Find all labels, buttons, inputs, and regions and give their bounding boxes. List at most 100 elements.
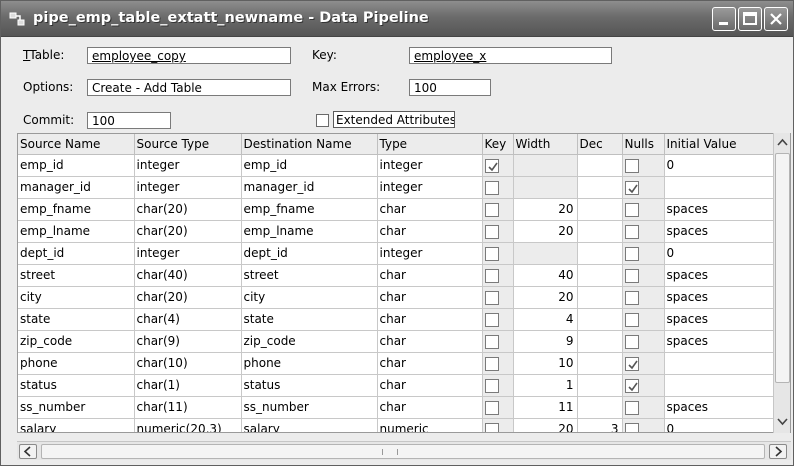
- cell-destination-name[interactable]: emp_fname: [241, 198, 378, 221]
- cell-destination-name[interactable]: ss_number: [241, 396, 378, 419]
- close-button[interactable]: [764, 7, 788, 31]
- key-checkbox[interactable]: [484, 334, 499, 349]
- cell-destination-name[interactable]: emp_lname: [241, 220, 378, 243]
- scroll-left-button[interactable]: [19, 444, 37, 459]
- cell-initial-value[interactable]: spaces: [664, 286, 774, 309]
- cell-source-type[interactable]: char(40): [134, 264, 242, 287]
- cell-key[interactable]: [482, 396, 514, 419]
- cell-dec[interactable]: 3: [577, 418, 623, 432]
- cell-key[interactable]: [482, 374, 514, 397]
- maximize-button[interactable]: [738, 7, 762, 31]
- cell-type[interactable]: char: [377, 286, 483, 309]
- cell-nulls[interactable]: [622, 264, 665, 287]
- key-checkbox[interactable]: [484, 378, 499, 393]
- cell-initial-value[interactable]: spaces: [664, 396, 774, 419]
- cell-width[interactable]: 20: [513, 198, 578, 221]
- cell-nulls[interactable]: [622, 352, 665, 375]
- cell-initial-value[interactable]: spaces: [664, 308, 774, 331]
- cell-type[interactable]: char: [377, 220, 483, 243]
- cell-type[interactable]: integer: [377, 242, 483, 265]
- key-checkbox[interactable]: [484, 422, 499, 432]
- table-row[interactable]: emp_id integer emp_id integer 0: [18, 154, 774, 177]
- cell-initial-value[interactable]: spaces: [664, 330, 774, 353]
- col-header-destination-name[interactable]: Destination Name: [241, 134, 378, 155]
- cell-source-name[interactable]: manager_id: [18, 176, 135, 199]
- cell-type[interactable]: char: [377, 308, 483, 331]
- cell-type[interactable]: char: [377, 352, 483, 375]
- col-header-width[interactable]: Width: [513, 134, 578, 155]
- cell-destination-name[interactable]: salary: [241, 418, 378, 432]
- cell-width[interactable]: 4: [513, 308, 578, 331]
- cell-nulls[interactable]: [622, 418, 665, 432]
- cell-initial-value[interactable]: [664, 374, 774, 397]
- cell-initial-value[interactable]: 0: [664, 418, 774, 432]
- key-checkbox[interactable]: [484, 246, 499, 261]
- nulls-checkbox[interactable]: [624, 246, 639, 261]
- table-row[interactable]: zip_code char(9) zip_code char 9 spaces: [18, 330, 774, 353]
- cell-source-type[interactable]: integer: [134, 242, 242, 265]
- scroll-up-icon[interactable]: [775, 135, 790, 151]
- cell-destination-name[interactable]: phone: [241, 352, 378, 375]
- max-errors-field[interactable]: 100: [409, 79, 491, 96]
- cell-destination-name[interactable]: dept_id: [241, 242, 378, 265]
- cell-dec[interactable]: [577, 308, 623, 331]
- cell-source-name[interactable]: emp_fname: [18, 198, 135, 221]
- table-row[interactable]: emp_lname char(20) emp_lname char 20 spaces: [18, 220, 774, 243]
- nulls-checkbox[interactable]: [624, 290, 639, 305]
- cell-destination-name[interactable]: manager_id: [241, 176, 378, 199]
- nulls-checkbox[interactable]: [624, 224, 639, 239]
- cell-nulls[interactable]: [622, 176, 665, 199]
- cell-source-type[interactable]: char(9): [134, 330, 242, 353]
- cell-type[interactable]: integer: [377, 154, 483, 177]
- cell-nulls[interactable]: [622, 308, 665, 331]
- key-checkbox[interactable]: [484, 400, 499, 415]
- cell-key[interactable]: [482, 264, 514, 287]
- col-header-type[interactable]: Type: [377, 134, 483, 155]
- col-header-dec[interactable]: Dec: [577, 134, 623, 155]
- nulls-checkbox[interactable]: [624, 312, 639, 327]
- cell-type[interactable]: char: [377, 374, 483, 397]
- cell-initial-value[interactable]: 0: [664, 154, 774, 177]
- cell-type[interactable]: char: [377, 396, 483, 419]
- cell-source-type[interactable]: char(20): [134, 286, 242, 309]
- cell-source-name[interactable]: emp_lname: [18, 220, 135, 243]
- table-row[interactable]: salary numeric(20,3) salary numeric 20 3 0: [18, 418, 774, 432]
- cell-initial-value[interactable]: spaces: [664, 198, 774, 221]
- cell-dec[interactable]: [577, 330, 623, 353]
- cell-destination-name[interactable]: state: [241, 308, 378, 331]
- horizontal-scroll-thumb[interactable]: [41, 444, 765, 459]
- key-checkbox[interactable]: [484, 158, 499, 173]
- table-row[interactable]: dept_id integer dept_id integer 0: [18, 242, 774, 265]
- cell-source-name[interactable]: city: [18, 286, 135, 309]
- cell-dec[interactable]: [577, 176, 623, 199]
- scroll-right-button[interactable]: [769, 444, 787, 459]
- cell-source-name[interactable]: ss_number: [18, 396, 135, 419]
- table-field[interactable]: employee_copy: [87, 47, 291, 64]
- cell-width[interactable]: [513, 154, 578, 177]
- cell-key[interactable]: [482, 308, 514, 331]
- cell-destination-name[interactable]: status: [241, 374, 378, 397]
- cell-nulls[interactable]: [622, 154, 665, 177]
- cell-source-name[interactable]: status: [18, 374, 135, 397]
- horizontal-scrollbar[interactable]: [17, 441, 791, 460]
- nulls-checkbox[interactable]: [624, 158, 639, 173]
- cell-key[interactable]: [482, 220, 514, 243]
- cell-source-name[interactable]: zip_code: [18, 330, 135, 353]
- cell-width[interactable]: [513, 176, 578, 199]
- cell-width[interactable]: 1: [513, 374, 578, 397]
- cell-dec[interactable]: [577, 286, 623, 309]
- cell-key[interactable]: [482, 286, 514, 309]
- nulls-checkbox[interactable]: [624, 334, 639, 349]
- cell-width[interactable]: 20: [513, 220, 578, 243]
- key-field[interactable]: employee_x: [409, 47, 612, 64]
- cell-width[interactable]: 11: [513, 396, 578, 419]
- cell-destination-name[interactable]: zip_code: [241, 330, 378, 353]
- nulls-checkbox[interactable]: [624, 180, 639, 195]
- cell-nulls[interactable]: [622, 242, 665, 265]
- options-dropdown[interactable]: Create - Add Table: [87, 79, 291, 96]
- nulls-checkbox[interactable]: [624, 356, 639, 371]
- cell-nulls[interactable]: [622, 330, 665, 353]
- cell-destination-name[interactable]: emp_id: [241, 154, 378, 177]
- cell-dec[interactable]: [577, 352, 623, 375]
- scroll-down-icon[interactable]: [775, 414, 790, 430]
